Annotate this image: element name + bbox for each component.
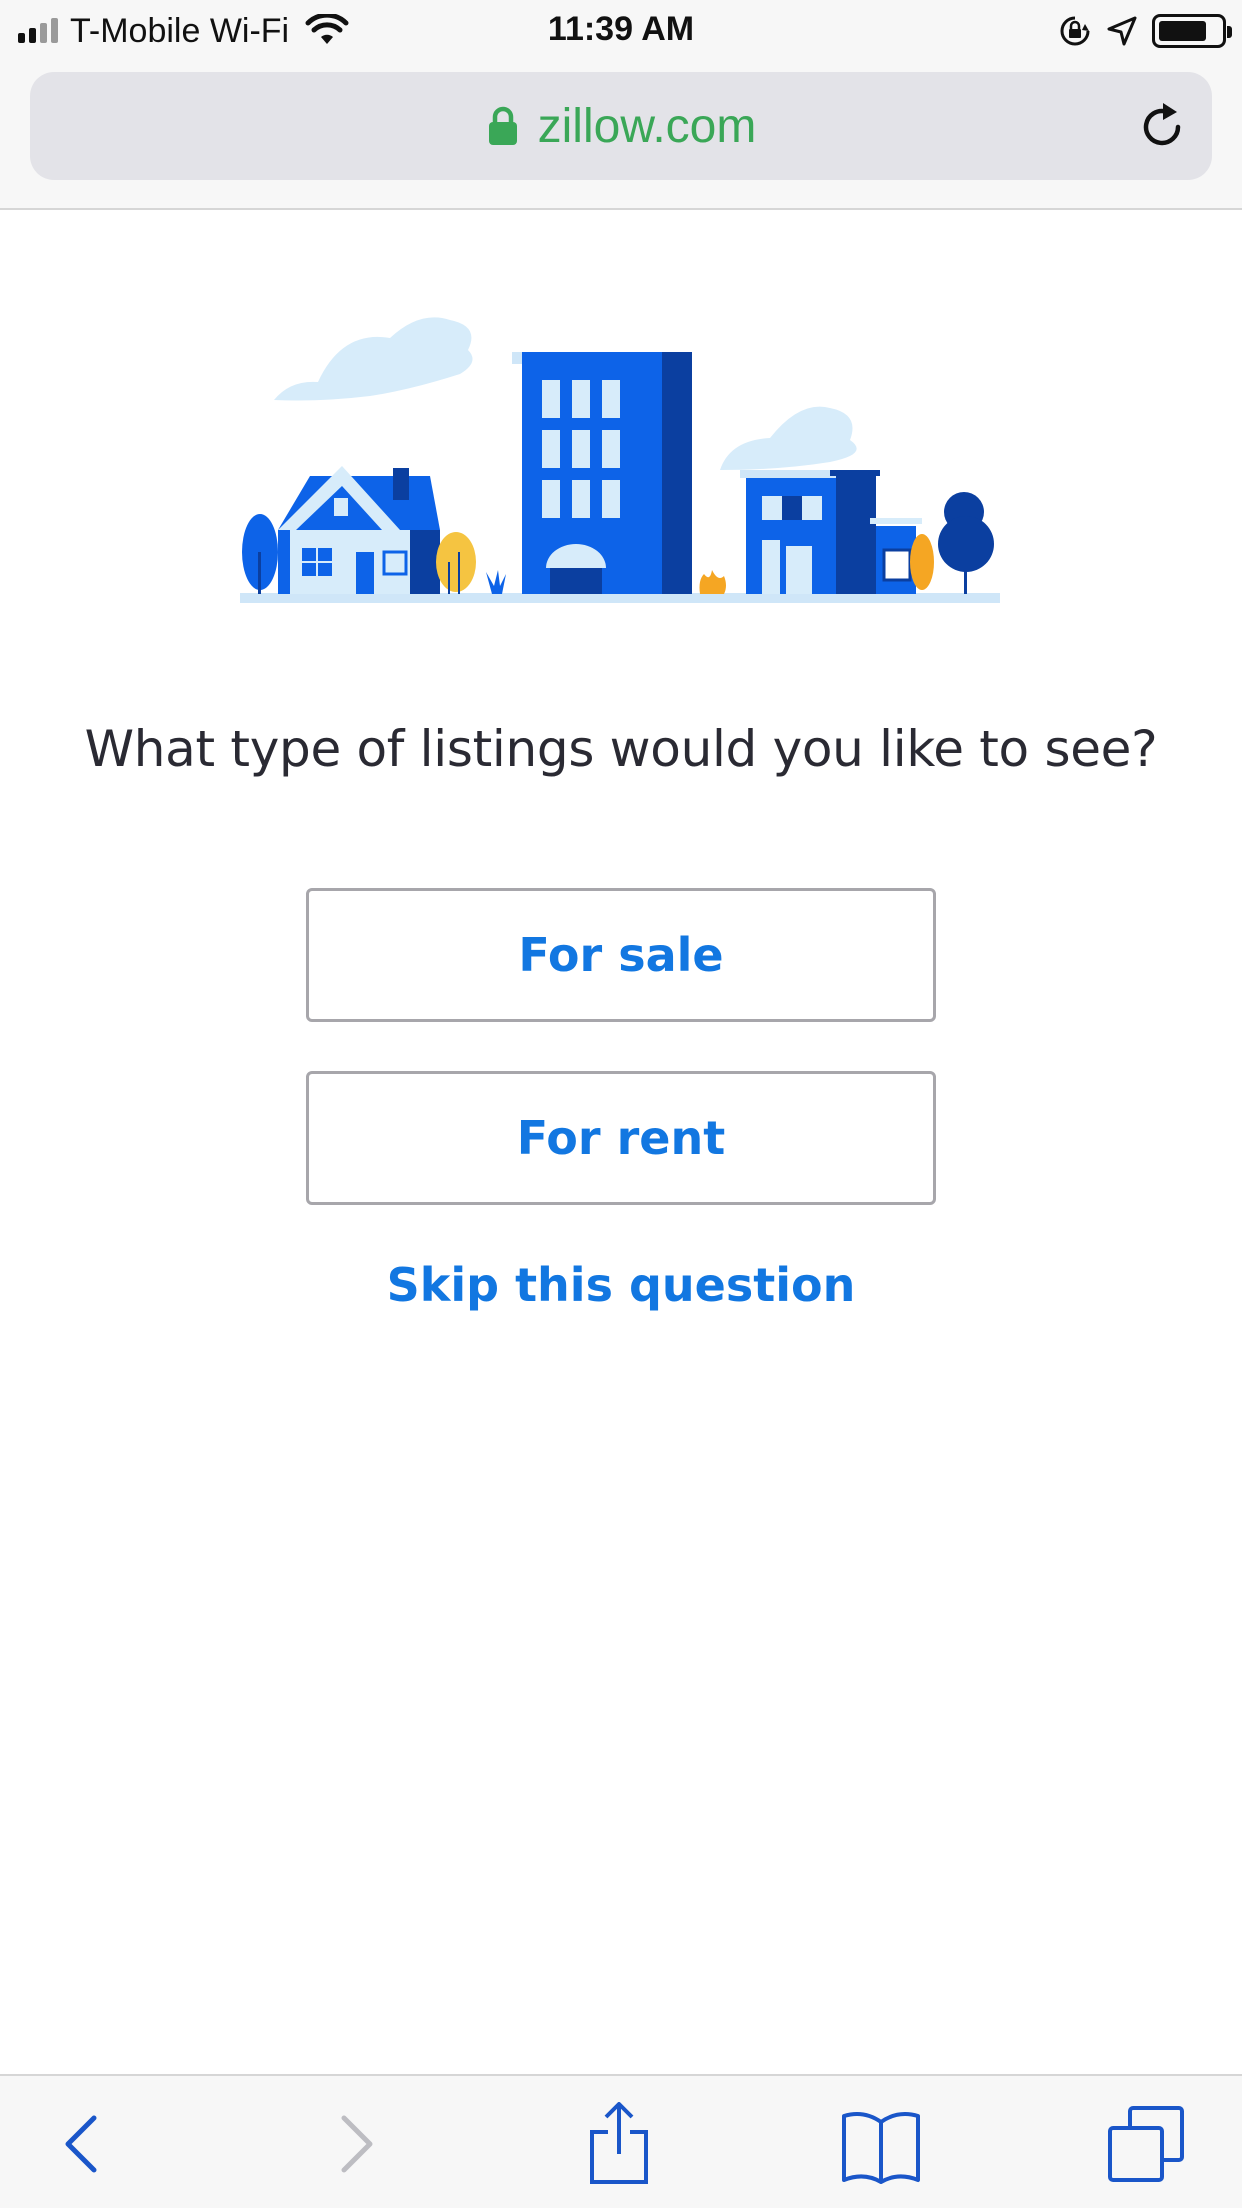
lock-icon [488, 106, 517, 145]
status-time: 11:39 AM [547, 10, 695, 48]
reload-icon[interactable] [1136, 100, 1190, 154]
browser-toolbar [0, 2074, 1242, 2208]
battery-icon [1152, 14, 1232, 48]
bookmarks-book-icon[interactable] [836, 2102, 926, 2186]
share-icon[interactable] [574, 2102, 664, 2186]
for-rent-button[interactable]: For rent [306, 1071, 936, 1205]
orientation-lock-icon [1060, 16, 1090, 46]
for-sale-button[interactable]: For sale [306, 888, 936, 1022]
back-chevron-icon[interactable] [40, 2102, 130, 2186]
skip-question-link[interactable]: Skip this question [0, 1258, 1242, 1312]
tabs-icon[interactable] [1102, 2102, 1192, 2186]
address-bar-center: zillow.com [30, 72, 1212, 180]
address-bar[interactable]: zillow.com [30, 72, 1212, 180]
location-arrow-icon [1107, 16, 1137, 46]
status-bar: T-Mobile Wi-Fi 11:39 AM [0, 0, 1242, 62]
forward-chevron-icon[interactable] [308, 2102, 398, 2186]
browser-address-area: zillow.com [0, 62, 1242, 210]
page-question: What type of listings would you like to … [84, 720, 1158, 778]
city-buildings-illustration [240, 317, 1000, 603]
url-text: zillow.com [537, 99, 757, 153]
status-bar-right [1058, 10, 1232, 52]
